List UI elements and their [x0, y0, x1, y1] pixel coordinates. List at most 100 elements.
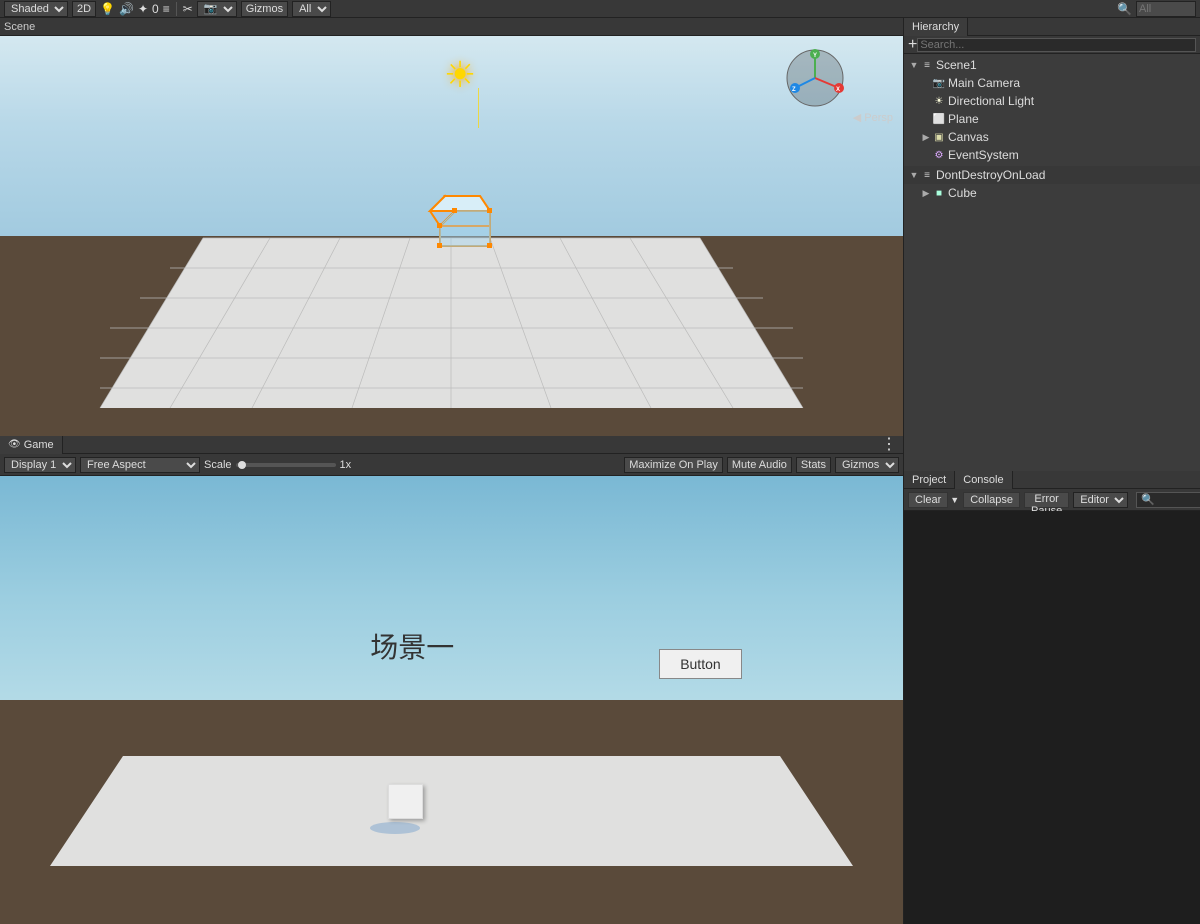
event-system-label: EventSystem	[948, 148, 1019, 162]
toolbar-icon-light: 💡	[100, 2, 115, 16]
maximize-on-play-button[interactable]: Maximize On Play	[624, 457, 723, 473]
cube-icon: ■	[932, 186, 946, 200]
tree-item-cube[interactable]: ▶ ■ Cube	[904, 184, 1200, 202]
console-tab[interactable]: Console	[955, 471, 1012, 489]
gizmos-button[interactable]: Gizmos	[241, 1, 288, 17]
canvas-icon: ▣	[932, 130, 946, 144]
cube-label: Cube	[948, 186, 977, 200]
scale-slider[interactable]	[236, 463, 336, 467]
hierarchy-tab-label: Hierarchy	[912, 21, 959, 33]
display-dropdown[interactable]: Display 1	[4, 457, 76, 473]
console-content	[904, 511, 1200, 924]
render-dropdown[interactable]: 📷	[197, 1, 237, 17]
scale-value: 1x	[340, 459, 352, 471]
toolbar-icon-snap: ✂	[183, 2, 193, 16]
all-dropdown[interactable]: All	[292, 1, 331, 17]
toolbar-search[interactable]	[1136, 1, 1196, 17]
hierarchy-tabs: Hierarchy	[904, 18, 1200, 36]
game-plane	[0, 736, 903, 869]
gizmo-compass[interactable]: Y X Z	[783, 46, 843, 106]
main-layout: Scene	[0, 18, 1200, 924]
directional-light-label: Directional Light	[948, 94, 1034, 108]
tree-item-dontdestroy[interactable]: ▼ ≡ DontDestroyOnLoad	[904, 166, 1200, 184]
game-canvas[interactable]: 场景一 Button	[0, 476, 903, 924]
toolbar-icon-audio: 🔊	[119, 2, 134, 16]
persp-label: ◀ Persp	[853, 111, 893, 124]
shading-dropdown[interactable]: Shaded	[4, 1, 68, 17]
scene-view: Scene	[0, 18, 903, 436]
game-view: 👁 Game ⋮ Display 1 Free Aspect Scale 1x …	[0, 436, 903, 924]
tree-item-canvas[interactable]: ▶ ▣ Canvas	[904, 128, 1200, 146]
project-tab[interactable]: Project	[904, 471, 955, 489]
cube-arrow: ▶	[920, 187, 932, 199]
scale-label: Scale	[204, 459, 232, 471]
hierarchy-toolbar: +	[904, 36, 1200, 54]
toolbar-icon-num: 0	[152, 2, 159, 16]
scene1-label: Scene1	[936, 58, 977, 72]
game-cube	[388, 784, 423, 819]
tree-item-main-camera[interactable]: 📷 Main Camera	[904, 74, 1200, 92]
top-toolbar: Shaded 2D 💡 🔊 ✦ 0 ≡ ✂ 📷 Gizmos All 🔍	[0, 0, 1200, 18]
aspect-dropdown[interactable]: Free Aspect	[80, 457, 200, 473]
dontdestroy-icon: ≡	[920, 168, 934, 182]
toolbar-icon-layers: ≡	[163, 2, 170, 16]
2d-button[interactable]: 2D	[72, 1, 96, 17]
gizmos-game-dropdown[interactable]: Gizmos	[835, 457, 899, 473]
left-panel: Scene	[0, 18, 903, 924]
tree-item-event-system[interactable]: ⚙ EventSystem	[904, 146, 1200, 164]
plane-arrow	[920, 113, 932, 125]
stats-button[interactable]: Stats	[796, 457, 831, 473]
clear-button[interactable]: Clear	[908, 492, 948, 508]
camera-icon: 📷	[932, 76, 946, 90]
clear-dropdown-arrow[interactable]: ▼	[950, 495, 959, 505]
dontdestroy-label: DontDestroyOnLoad	[936, 168, 1045, 182]
error-pause-button[interactable]: Error Pause	[1024, 492, 1069, 508]
toolbar-icon-effects: ✦	[138, 2, 148, 16]
tree-item-scene1[interactable]: ▼ ≡ Scene1	[904, 56, 1200, 74]
game-cube-shadow	[370, 822, 420, 834]
hierarchy-tree: ▼ ≡ Scene1 📷 Main Camera ☀ Directional L…	[904, 54, 1200, 471]
hierarchy-tab[interactable]: Hierarchy	[904, 18, 968, 36]
right-panel: Hierarchy + ▼ ≡ Scene1 📷 Main Camera	[903, 18, 1200, 924]
main-camera-label: Main Camera	[948, 76, 1020, 90]
event-icon: ⚙	[932, 148, 946, 162]
camera-arrow	[920, 77, 932, 89]
hierarchy-search[interactable]	[917, 38, 1196, 52]
plane-icon: ⬜	[932, 112, 946, 126]
plane-label: Plane	[948, 112, 979, 126]
separator-1	[176, 2, 177, 16]
scene1-arrow: ▼	[908, 59, 920, 71]
light-arrow	[920, 95, 932, 107]
console-tab-label: Console	[963, 474, 1003, 486]
game-tab-label: Game	[24, 439, 54, 451]
clear-btn-group[interactable]: Clear ▼	[908, 492, 959, 508]
sun-icon: ☀	[444, 54, 476, 96]
sun-ray-line	[478, 88, 479, 128]
canvas-label: Canvas	[948, 130, 989, 144]
game-ui-button[interactable]: Button	[659, 649, 741, 679]
svg-text:X: X	[836, 87, 840, 93]
editor-dropdown[interactable]: Editor	[1073, 492, 1128, 508]
scene-label: Scene	[4, 21, 35, 33]
console-search[interactable]	[1136, 492, 1200, 508]
tree-item-plane[interactable]: ⬜ Plane	[904, 110, 1200, 128]
console-tabs: Project Console	[904, 471, 1200, 489]
console-toolbar: Clear ▼ Collapse Error Pause Editor	[904, 489, 1200, 511]
project-tab-label: Project	[912, 474, 946, 486]
game-menu-dots[interactable]: ⋮	[875, 436, 903, 454]
dontdestroy-arrow: ▼	[908, 169, 920, 181]
svg-text:Y: Y	[813, 53, 817, 59]
tree-item-directional-light[interactable]: ☀ Directional Light	[904, 92, 1200, 110]
collapse-button[interactable]: Collapse	[963, 492, 1020, 508]
game-tab-icon: 👁	[8, 439, 21, 450]
mute-audio-button[interactable]: Mute Audio	[727, 457, 792, 473]
canvas-arrow: ▶	[920, 131, 932, 143]
scene-one-text: 场景一	[370, 626, 454, 666]
hierarchy-add-button[interactable]: +	[908, 37, 917, 53]
toolbar-search-icon: 🔍	[1117, 2, 1132, 16]
scene-cube[interactable]	[425, 191, 490, 256]
game-toolbar: Display 1 Free Aspect Scale 1x Maximize …	[0, 454, 903, 476]
event-arrow	[920, 149, 932, 161]
game-tab[interactable]: 👁 Game	[0, 436, 63, 454]
scene-canvas[interactable]: ☀	[0, 36, 903, 436]
